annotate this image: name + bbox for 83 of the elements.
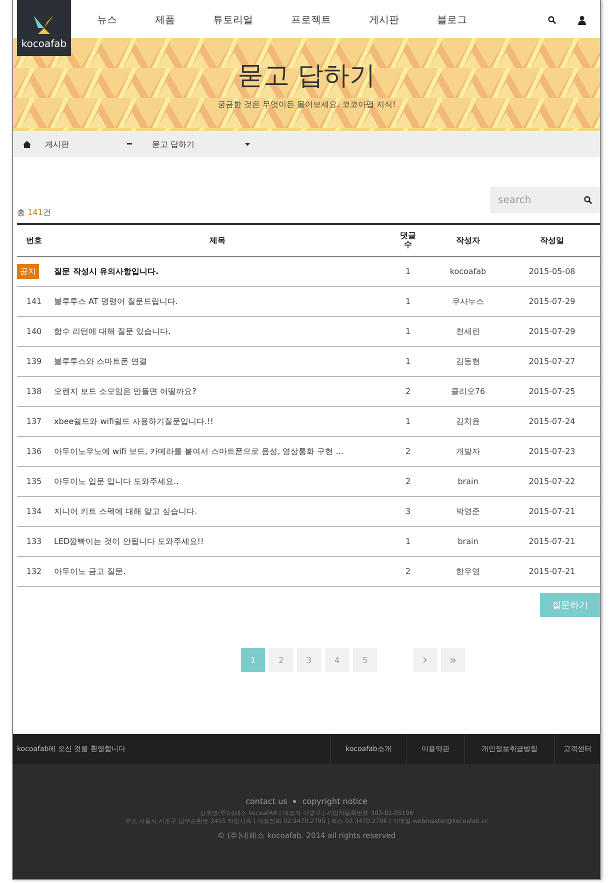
- page-subtitle: 궁금한 것은 무엇이든 물어보세요. 코코아팹 지식!: [217, 99, 396, 110]
- post-count: 총 141건: [17, 207, 51, 218]
- comment-count: 1: [404, 537, 412, 546]
- post-number: 134: [25, 507, 43, 516]
- author-name: 천세린: [455, 326, 481, 337]
- comment-count: 1: [404, 357, 412, 366]
- post-date: 2015-07-24: [528, 417, 576, 426]
- author-name: brain: [456, 477, 480, 486]
- author-name: 한우영: [455, 566, 481, 577]
- post-number: 132: [25, 567, 43, 576]
- comment-count: 3: [404, 507, 412, 516]
- author-name: 클리오76: [450, 386, 486, 397]
- nav-item[interactable]: 프로젝트: [291, 13, 331, 27]
- post-number: 141: [25, 297, 43, 306]
- search-field[interactable]: search: [490, 187, 600, 213]
- post-title-link[interactable]: 아두이노 입문 입니다 도와주세요..: [51, 476, 384, 487]
- post-number: 137: [25, 417, 43, 426]
- post-number: 133: [25, 537, 43, 546]
- post-number: 138: [25, 387, 43, 396]
- logo[interactable]: kocoafab: [17, 0, 71, 56]
- comment-count: 1: [404, 297, 412, 306]
- nav-item[interactable]: 튜토리얼: [213, 13, 253, 27]
- author-name: kocoafab: [448, 267, 488, 276]
- post-title-link[interactable]: 함수 리턴에 대해 질문 있습니다.: [51, 326, 384, 337]
- post-title-link[interactable]: 아두이노우노에 wifi 보드, 카메라를 붙여서 스마트폰으로 음성, 영상통화 구현 ...: [51, 446, 384, 457]
- post-title-link[interactable]: 질문 작성시 유의사항입니다.: [51, 266, 384, 277]
- post-date: 2015-07-29: [528, 327, 576, 336]
- bullet-icon: [293, 800, 296, 803]
- author-name: 김치윤: [455, 416, 481, 427]
- notice-tag: 공지: [17, 264, 39, 279]
- post-number: 139: [25, 357, 43, 366]
- home-icon[interactable]: [23, 140, 31, 148]
- logo-text: kocoafab: [21, 39, 67, 50]
- post-title-link[interactable]: 지니어 키트 스펙에 대해 알고 싶습니다.: [51, 506, 384, 517]
- dash-icon: [127, 143, 132, 145]
- search-icon[interactable]: [584, 196, 592, 204]
- post-title-link[interactable]: 오렌지 보드 소모임은 만들면 어떨까요?: [51, 386, 384, 397]
- user-icon[interactable]: [578, 16, 586, 24]
- post-date: 2015-07-23: [528, 447, 576, 456]
- author-name: 박영준: [455, 506, 481, 517]
- post-date: 2015-05-08: [528, 267, 576, 276]
- nav-item[interactable]: 블로그: [437, 13, 467, 27]
- post-title-link[interactable]: LED깜빡이는 것이 안됩니다 도와주세요!!: [51, 536, 384, 547]
- post-title-link[interactable]: xbee쉴드와 wifi쉴드 사용하기질문입니다.!!: [51, 416, 384, 427]
- post-title-link[interactable]: 블루투스와 스마트폰 연결: [51, 356, 384, 367]
- post-number: 136: [25, 447, 43, 456]
- nav-item[interactable]: 제품: [155, 13, 175, 27]
- post-date: 2015-07-21: [528, 567, 576, 576]
- post-date: 2015-07-22: [528, 477, 576, 486]
- author-name: brain: [456, 537, 480, 546]
- column-header: 제목: [208, 235, 226, 246]
- contact-link[interactable]: contact us: [246, 797, 288, 806]
- nav-item[interactable]: 게시판: [369, 13, 399, 27]
- copyright-notice-link[interactable]: copyright notice: [302, 797, 368, 806]
- comment-count: 1: [404, 327, 412, 336]
- breadcrumb-item[interactable]: 게시판: [45, 138, 69, 150]
- column-header: 작성자: [455, 235, 481, 246]
- author-name: 쿠사누스: [451, 296, 485, 307]
- breadcrumb-item[interactable]: 묻고 답하기: [152, 138, 195, 150]
- page-title: 묻고 답하기: [237, 60, 376, 93]
- post-date: 2015-07-25: [528, 387, 576, 396]
- caret-icon[interactable]: [244, 142, 250, 146]
- post-date: 2015-07-21: [528, 507, 576, 516]
- comment-count: 2: [404, 477, 412, 486]
- comment-count: 2: [404, 567, 412, 576]
- post-date: 2015-07-21: [528, 537, 576, 546]
- post-number: 140: [25, 327, 43, 336]
- comment-count: 1: [404, 267, 412, 276]
- column-header: 댓글 수: [399, 232, 417, 250]
- comment-count: 2: [404, 387, 412, 396]
- post-title-link[interactable]: 블루투스 AT 명령어 질문드립니다.: [51, 296, 384, 307]
- post-date: 2015-07-29: [528, 297, 576, 306]
- author-name: 개발자: [455, 446, 481, 457]
- column-header: 작성일: [539, 235, 565, 246]
- comment-count: 1: [404, 417, 412, 426]
- nav-item[interactable]: 뉴스: [97, 13, 117, 27]
- search-icon[interactable]: [548, 16, 556, 24]
- post-date: 2015-07-27: [528, 357, 576, 366]
- post-number: 135: [25, 477, 43, 486]
- column-header: 번호: [25, 235, 43, 246]
- comment-count: 2: [404, 447, 412, 456]
- post-title-link[interactable]: 아두이노 금고 질문.: [51, 566, 384, 577]
- author-name: 김동현: [455, 356, 481, 367]
